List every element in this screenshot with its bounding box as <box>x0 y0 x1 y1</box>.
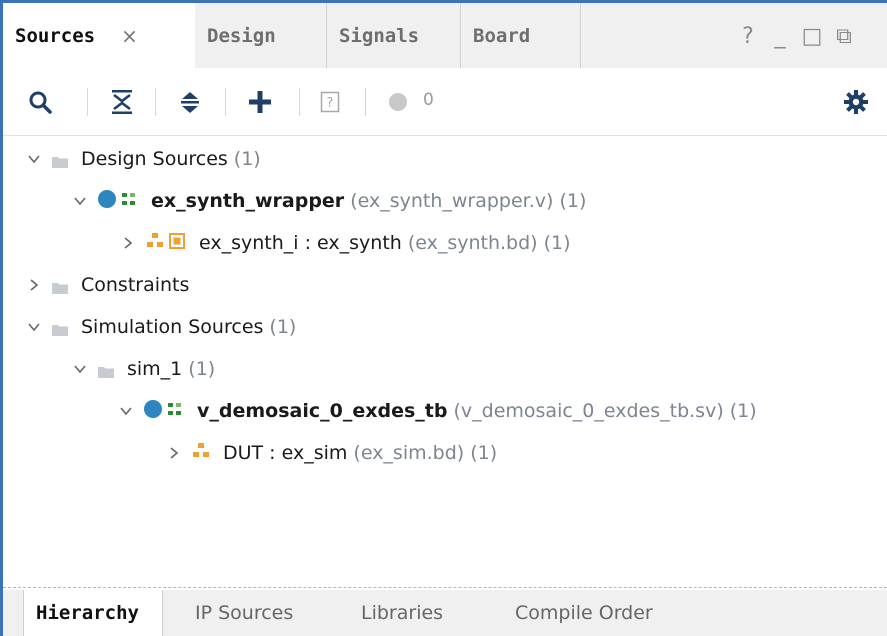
folder-icon <box>51 278 69 294</box>
chevron-down-icon[interactable] <box>27 320 41 334</box>
chevron-down-icon[interactable] <box>119 404 133 418</box>
tree-item-count: (1) <box>269 316 297 338</box>
chevron-down-icon[interactable] <box>73 362 87 376</box>
tree-item-ex-synth-i[interactable]: ex_synth_i : ex_synth (ex_synth.bd) (1) <box>3 223 887 263</box>
tree-item-count: (1) <box>470 442 498 464</box>
tree-item-label: Simulation Sources <box>81 316 264 338</box>
maximize-icon[interactable]: □ <box>801 24 823 49</box>
tree-item-dut[interactable]: DUT : ex_sim (ex_sim.bd) (1) <box>3 433 887 473</box>
block-design-icon <box>191 441 213 466</box>
tab-libraries[interactable]: Libraries <box>349 590 479 636</box>
tab-design-label: Design <box>207 24 276 47</box>
folder-icon <box>97 362 115 378</box>
tree-item-label: ex_synth_i : ex_synth <box>199 232 402 254</box>
help-icon[interactable]: ? <box>737 24 759 49</box>
sources-toolbar: ? 0 <box>3 68 887 136</box>
expand-all-icon[interactable] <box>175 87 205 117</box>
tree-item-label: sim_1 <box>127 358 183 380</box>
gear-icon[interactable] <box>841 87 871 117</box>
tab-sources-label: Sources <box>15 24 96 47</box>
tree-item-count: (1) <box>559 190 587 212</box>
search-icon[interactable] <box>25 87 55 117</box>
chevron-down-icon[interactable] <box>27 152 41 166</box>
float-window-icon[interactable]: ⧉ <box>833 24 855 49</box>
tree-item-count: (1) <box>233 148 261 170</box>
top-module-icon <box>97 189 141 214</box>
chevron-right-icon[interactable] <box>27 278 41 292</box>
tab-sources[interactable]: Sources × <box>3 3 195 68</box>
bottom-divider <box>3 587 887 588</box>
collapse-all-icon[interactable] <box>107 87 137 117</box>
folder-icon <box>51 320 69 336</box>
tree-item-label: DUT : ex_sim <box>223 442 348 464</box>
tab-design[interactable]: Design <box>195 3 327 68</box>
svg-text:?: ? <box>327 96 334 111</box>
issues-count: 0 <box>423 90 434 110</box>
tab-compile-order[interactable]: Compile Order <box>503 590 703 636</box>
tree-item-label: Constraints <box>81 274 190 296</box>
tree-item-constraints[interactable]: Constraints <box>3 265 887 305</box>
view-tab-bar: Hierarchy IP Sources Libraries Compile O… <box>3 590 887 636</box>
tab-compile-order-label: Compile Order <box>515 602 653 624</box>
tab-signals-label: Signals <box>339 24 420 47</box>
add-icon[interactable] <box>245 87 275 117</box>
block-design-icon <box>145 231 189 256</box>
tree-item-count: (1) <box>543 232 571 254</box>
tab-signals[interactable]: Signals <box>327 3 461 68</box>
tab-board[interactable]: Board <box>461 3 581 68</box>
tab-ip-sources[interactable]: IP Sources <box>183 590 333 636</box>
chevron-right-icon[interactable] <box>121 236 135 250</box>
tab-libraries-label: Libraries <box>361 602 444 624</box>
tree-item-file: (ex_synth_wrapper.v) <box>350 190 554 212</box>
tab-hierarchy[interactable]: Hierarchy <box>23 590 163 636</box>
top-module-icon <box>143 399 187 424</box>
chevron-down-icon[interactable] <box>73 194 87 208</box>
unknown-file-icon[interactable]: ? <box>315 87 345 117</box>
minimize-icon[interactable]: _ <box>769 24 791 49</box>
tab-board-label: Board <box>473 24 531 47</box>
chevron-right-icon[interactable] <box>167 446 181 460</box>
tree-item-file: (ex_sim.bd) <box>353 442 465 464</box>
panel-tab-bar: Sources × Design Signals Board ? _ □ ⧉ <box>3 3 887 68</box>
tree-item-v-demosaic-tb[interactable]: v_demosaic_0_exdes_tb (v_demosaic_0_exde… <box>3 391 887 431</box>
tree-item-sim-1[interactable]: sim_1 (1) <box>3 349 887 389</box>
tree-item-file: (ex_synth.bd) <box>407 232 538 254</box>
tab-ip-sources-label: IP Sources <box>195 602 294 624</box>
tab-hierarchy-label: Hierarchy <box>36 602 139 624</box>
tree-item-label: ex_synth_wrapper <box>151 190 345 212</box>
tree-item-file: (v_demosaic_0_exdes_tb.sv) <box>453 400 724 422</box>
tree-item-simulation-sources[interactable]: Simulation Sources (1) <box>3 307 887 347</box>
folder-icon <box>51 152 69 168</box>
close-icon[interactable]: × <box>121 24 138 48</box>
tree-item-ex-synth-wrapper[interactable]: ex_synth_wrapper (ex_synth_wrapper.v) (1… <box>3 181 887 221</box>
tree-item-count: (1) <box>729 400 757 422</box>
tree-item-label: Design Sources <box>81 148 228 170</box>
tree-item-design-sources[interactable]: Design Sources (1) <box>3 139 887 179</box>
tree-item-count: (1) <box>188 358 216 380</box>
issues-indicator-icon <box>383 87 413 117</box>
sources-tree: Design Sources (1) ex_synth_wrapper (ex_… <box>3 137 887 577</box>
tree-item-label: v_demosaic_0_exdes_tb <box>197 400 448 422</box>
sources-panel: Sources × Design Signals Board ? _ □ ⧉ ?… <box>0 0 887 636</box>
